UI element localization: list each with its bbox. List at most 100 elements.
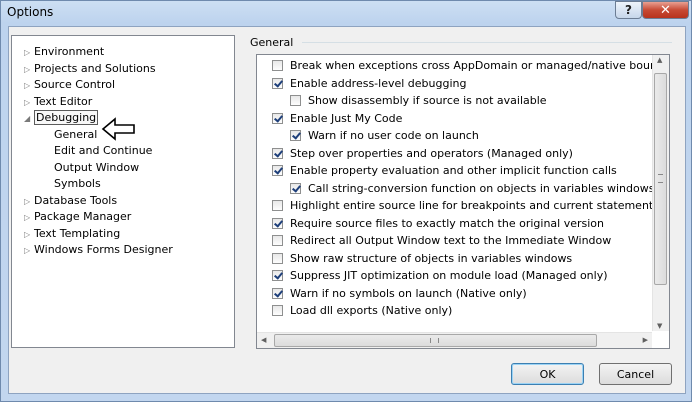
option-checkbox[interactable] [290, 130, 301, 141]
tree-item-general[interactable]: General [54, 127, 97, 143]
tree-item-windows-forms-designer[interactable]: ▷ Windows Forms Designer [24, 242, 173, 258]
tree-item-label: Database Tools [34, 193, 118, 207]
close-button[interactable]: ✕ [642, 1, 689, 19]
option-row[interactable]: Call string-conversion function on objec… [290, 180, 654, 197]
scroll-down-icon[interactable]: ▼ [657, 322, 662, 330]
vertical-scroll-thumb[interactable] [654, 73, 667, 285]
tree-item-environment[interactable]: ▷ Environment [24, 44, 104, 60]
horizontal-scroll-thumb[interactable] [274, 334, 597, 347]
option-label: Break when exceptions cross AppDomain or… [290, 59, 670, 72]
option-row[interactable]: Break when exceptions cross AppDomain or… [272, 57, 670, 74]
option-row[interactable]: Enable property evaluation and other imp… [272, 162, 617, 179]
option-checkbox[interactable] [272, 147, 283, 159]
ok-button[interactable]: OK [511, 363, 584, 385]
tree-item-output-window[interactable]: Output Window [54, 160, 139, 176]
annotation-arrow-icon [101, 117, 135, 141]
tree-item-package-manager[interactable]: ▷ Package Manager [24, 209, 131, 225]
option-label: Warn if no user code on launch [308, 129, 479, 142]
horizontal-scrollbar[interactable]: ◀ ▶ [257, 332, 652, 348]
general-group-label: General [250, 36, 294, 49]
tree-item-projects-and-solutions[interactable]: ▷ Projects and Solutions [24, 61, 156, 77]
option-checkbox[interactable] [272, 270, 283, 281]
option-checkbox[interactable] [272, 77, 283, 89]
tree-item-label: Projects and Solutions [34, 61, 156, 75]
window-title: Options [7, 5, 54, 19]
option-label: Load dll exports (Native only) [290, 304, 453, 317]
tree-item-edit-and-continue[interactable]: Edit and Continue [54, 143, 152, 159]
option-checkbox[interactable] [272, 112, 283, 124]
options-dialog: Options ? ✕ ▷ Environment ▷ Projects and So… [0, 0, 692, 402]
option-row[interactable]: Require source files to exactly match th… [272, 215, 604, 232]
collapsed-arrow-icon[interactable]: ▷ [24, 227, 34, 243]
option-label: Suppress JIT optimization on module load… [290, 269, 608, 282]
tree-item-label: Debugging [34, 110, 99, 125]
option-row[interactable]: Warn if no symbols on launch (Native onl… [272, 285, 527, 302]
general-options-list[interactable]: Break when exceptions cross AppDomain or… [256, 54, 670, 349]
collapsed-arrow-icon[interactable]: ▷ [24, 62, 34, 78]
option-checkbox[interactable] [272, 305, 283, 316]
option-label: Warn if no symbols on launch (Native onl… [290, 286, 527, 300]
tree-item-label: General [54, 127, 98, 141]
tree-item-label: Environment [34, 45, 105, 58]
option-label: Enable Just My Code [290, 111, 403, 125]
tree-item-label: Text Editor [34, 94, 93, 108]
collapsed-arrow-icon[interactable]: ▷ [24, 243, 34, 259]
option-checkbox[interactable] [272, 217, 283, 229]
option-row[interactable]: Enable address-level debugging [272, 75, 466, 92]
tree-item-source-control[interactable]: ▷ Source Control [24, 77, 115, 93]
option-row[interactable]: Enable Just My Code [272, 110, 402, 127]
option-checkbox[interactable] [272, 287, 283, 299]
option-row[interactable]: Load dll exports (Native only) [272, 302, 452, 319]
tree-item-label: Text Templating [34, 226, 121, 240]
tree-item-debugging[interactable]: ◢ Debugging [24, 110, 99, 127]
collapsed-arrow-icon[interactable]: ▷ [24, 210, 34, 226]
tree-item-symbols[interactable]: Symbols [54, 176, 101, 192]
option-label: Require source files to exactly match th… [290, 216, 604, 230]
tree-item-label: Windows Forms Designer [34, 243, 173, 256]
option-label: Enable property evaluation and other imp… [290, 164, 617, 177]
option-label: Highlight entire source line for breakpo… [290, 199, 654, 212]
collapsed-arrow-icon[interactable]: ▷ [24, 45, 34, 61]
option-label: Step over properties and operators (Mana… [290, 146, 573, 160]
option-checkbox[interactable] [290, 95, 301, 106]
option-checkbox[interactable] [290, 182, 301, 194]
option-checkbox[interactable] [272, 235, 283, 246]
option-row[interactable]: Redirect all Output Window text to the I… [272, 232, 611, 249]
option-row[interactable]: Step over properties and operators (Mana… [272, 145, 573, 162]
option-checkbox[interactable] [272, 200, 283, 211]
tree-item-label: Output Window [54, 160, 140, 174]
option-checkbox[interactable] [272, 165, 283, 176]
tree-item-text-editor[interactable]: ▷ Text Editor [24, 94, 92, 110]
tree-item-database-tools[interactable]: ▷ Database Tools [24, 193, 117, 209]
collapsed-arrow-icon[interactable]: ▷ [24, 95, 34, 111]
option-label: Show disassembly if source is not availa… [308, 94, 547, 107]
group-divider [302, 42, 672, 43]
tree-item-label: Edit and Continue [54, 144, 153, 157]
tree-item-label: Source Control [34, 78, 116, 91]
option-row[interactable]: Show raw structure of objects in variabl… [272, 250, 572, 267]
tree-item-label: Symbols [54, 177, 101, 190]
option-label: Call string-conversion function on objec… [308, 181, 655, 195]
option-label: Enable address-level debugging [290, 76, 467, 90]
vertical-scrollbar[interactable]: ▲ ▼ [652, 55, 669, 331]
options-category-tree[interactable]: ▷ Environment ▷ Projects and Solutions ▷ Sour… [11, 35, 235, 348]
tree-item-text-templating[interactable]: ▷ Text Templating [24, 226, 120, 242]
option-row[interactable]: Highlight entire source line for breakpo… [272, 197, 653, 214]
scroll-right-icon[interactable]: ▶ [643, 336, 648, 344]
scroll-left-icon[interactable]: ◀ [261, 336, 266, 344]
collapsed-arrow-icon[interactable]: ▷ [24, 194, 34, 210]
option-row[interactable]: Suppress JIT optimization on module load… [272, 267, 608, 284]
scroll-up-icon[interactable]: ▲ [657, 56, 662, 64]
cancel-button[interactable]: Cancel [599, 363, 672, 385]
option-label: Show raw structure of objects in variabl… [290, 251, 573, 265]
tree-item-label: Package Manager [34, 210, 132, 223]
option-row[interactable]: Warn if no user code on launch [290, 127, 479, 144]
option-checkbox[interactable] [272, 60, 283, 71]
option-label: Redirect all Output Window text to the I… [290, 234, 612, 247]
expanded-arrow-icon[interactable]: ◢ [24, 111, 34, 127]
option-checkbox[interactable] [272, 252, 283, 264]
dialog-client-area: ▷ Environment ▷ Projects and Solutions ▷ Sour… [8, 26, 686, 394]
collapsed-arrow-icon[interactable]: ▷ [24, 78, 34, 94]
help-button[interactable]: ? [615, 1, 642, 19]
option-row[interactable]: Show disassembly if source is not availa… [290, 92, 547, 109]
